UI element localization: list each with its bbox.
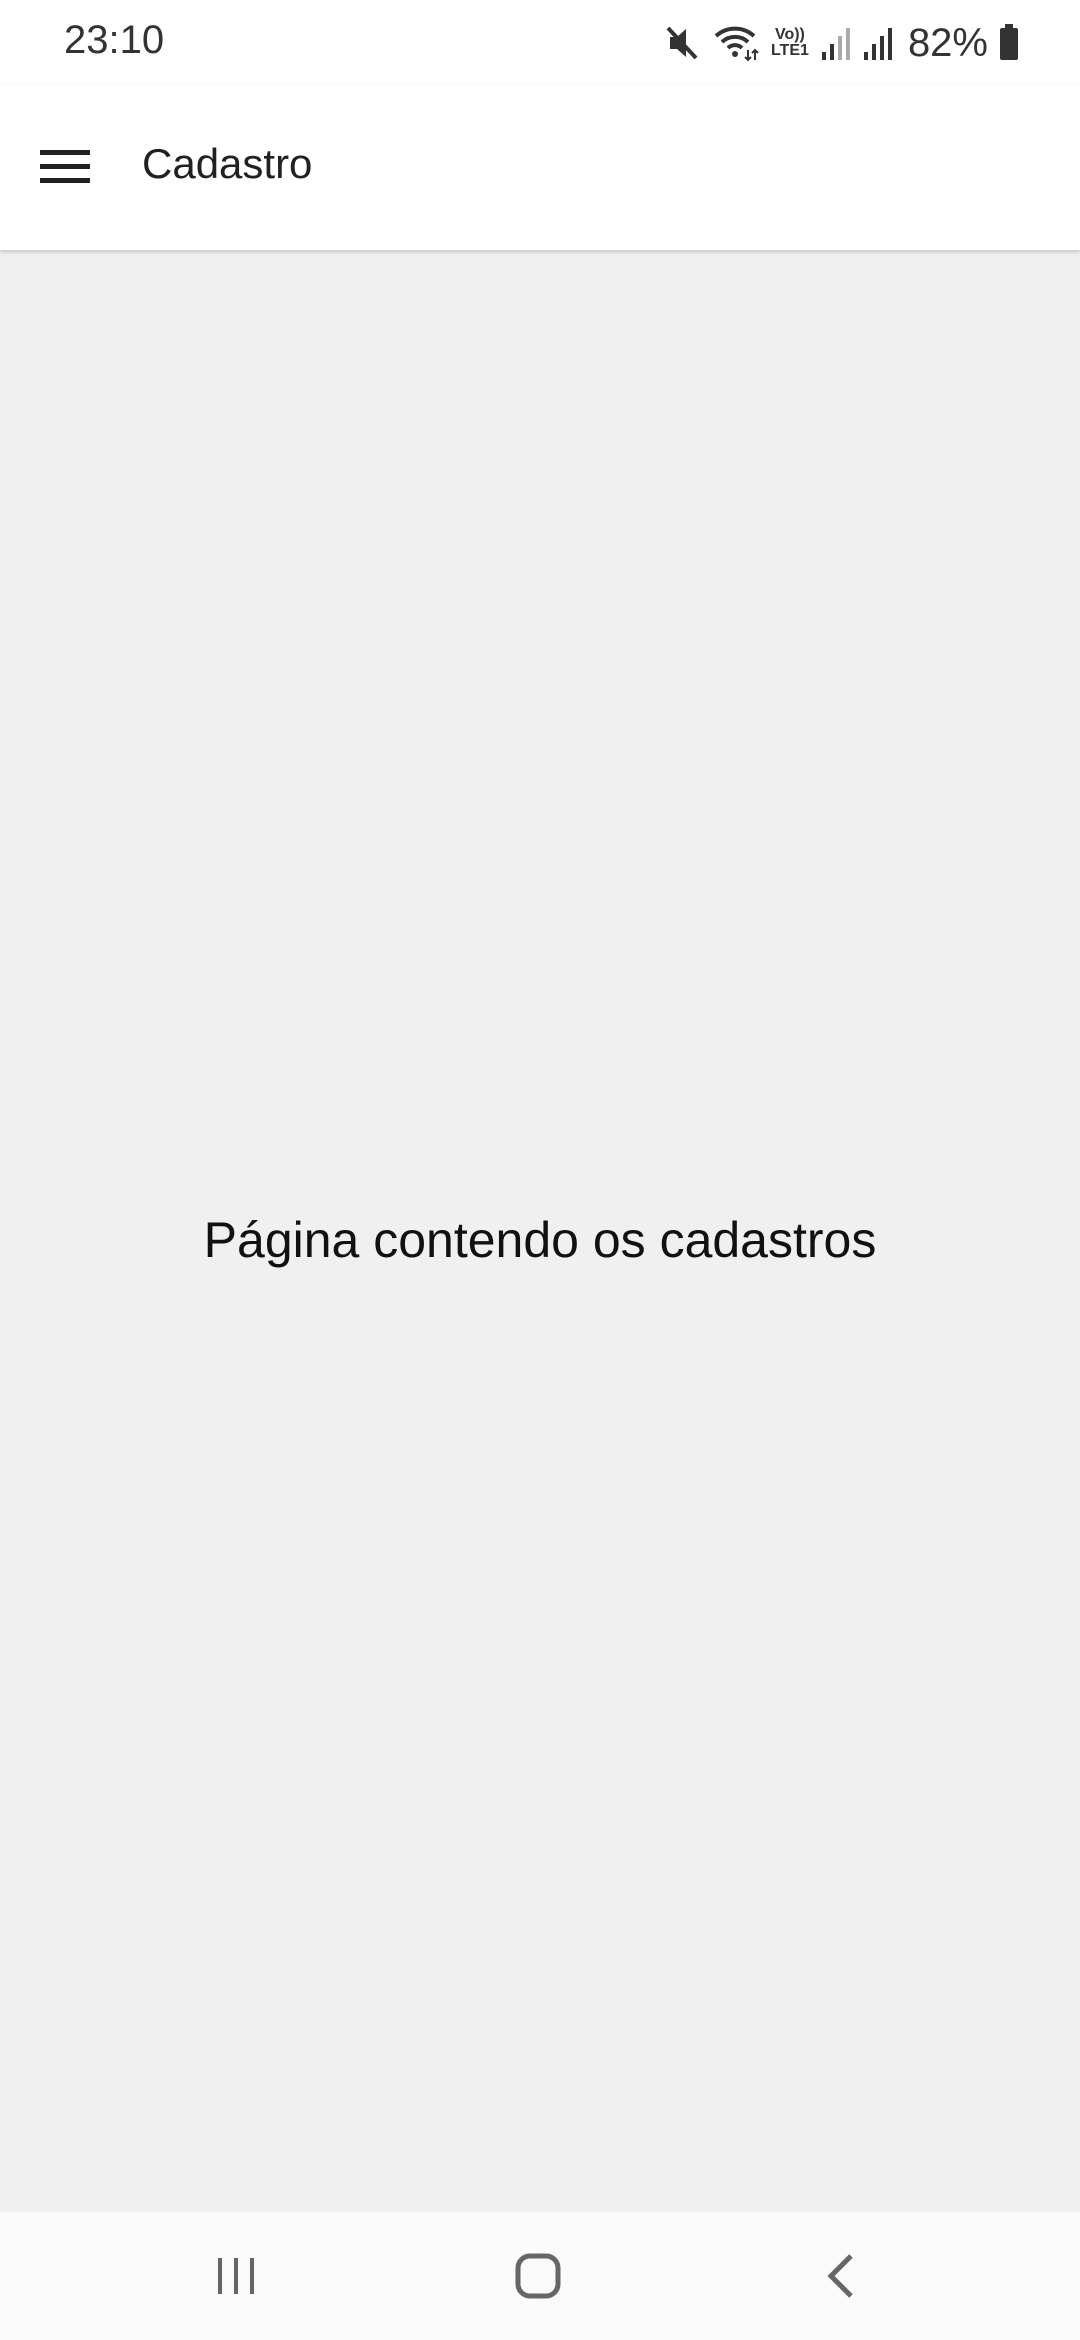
recents-icon[interactable] [191, 2236, 281, 2316]
battery-percent: 82% [907, 20, 988, 65]
mute-icon [662, 20, 702, 66]
home-icon[interactable] [493, 2236, 583, 2316]
page-title: Cadastro [142, 140, 313, 187]
status-bar: 23:10 Vo)) LTE1 82% [0, 0, 1080, 84]
app-bar: Cadastro [0, 84, 1080, 250]
signal-icon [820, 20, 852, 66]
signal-icon [862, 20, 894, 66]
volte-top-label: Vo)) [774, 26, 805, 43]
content-area: Página contendo os cadastros [0, 250, 1080, 2212]
status-time: 23:10 [64, 18, 165, 62]
navigation-bar [0, 2212, 1080, 2340]
content-message: Página contendo os cadastros [203, 1212, 877, 1268]
status-icons: Vo)) LTE1 82% [662, 20, 1020, 66]
wifi-icon [712, 20, 760, 66]
battery-icon [998, 20, 1020, 66]
back-icon[interactable] [796, 2236, 886, 2316]
volte-lte-icon: Vo)) LTE1 [770, 27, 810, 59]
hamburger-menu-icon[interactable] [26, 131, 104, 203]
volte-bottom-label: LTE1 [770, 42, 809, 59]
screen: 23:10 Vo)) LTE1 82% Cadastro Página cont… [0, 0, 1080, 2340]
